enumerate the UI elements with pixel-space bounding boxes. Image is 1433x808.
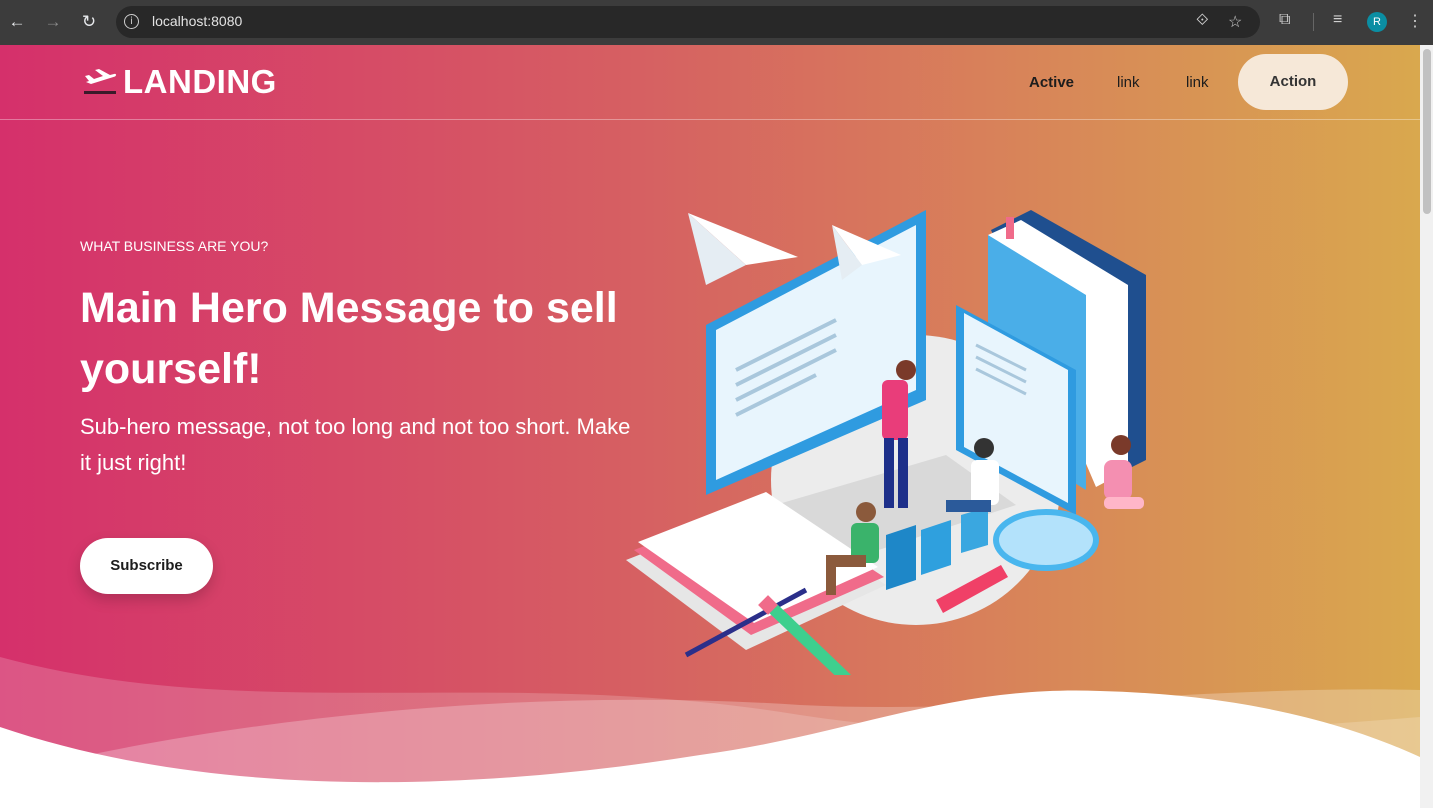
page-scrollbar[interactable]	[1420, 45, 1433, 808]
logo-text: LANDING	[123, 63, 277, 100]
plane-takeoff-icon	[84, 69, 117, 94]
logo[interactable]: LANDING	[83, 63, 277, 101]
magnifier-icon	[993, 509, 1099, 571]
browser-toolbar: ← → ↻ i localhost:8080 ⟐ ☆ ⧉ ≡ R ⋮	[0, 0, 1433, 45]
hero-eyebrow: WHAT BUSINESS ARE YOU?	[80, 238, 269, 254]
scrollbar-thumb[interactable]	[1423, 49, 1431, 214]
nav-link-2[interactable]: link	[1117, 74, 1140, 91]
toolbar-divider	[1313, 13, 1314, 31]
landing-page: LANDING Active link link Action WHAT BUS…	[0, 45, 1420, 808]
forward-icon[interactable]: →	[42, 11, 64, 33]
menu-kebab-icon[interactable]: ⋮	[1407, 11, 1423, 31]
nav-link-active[interactable]: Active	[1029, 74, 1074, 91]
hero-title: Main Hero Message to sell yourself!	[80, 284, 618, 393]
subscribe-button[interactable]: Subscribe	[80, 538, 213, 594]
nav-link-3[interactable]: link	[1186, 74, 1209, 91]
media-control-icon[interactable]: ≡	[1333, 11, 1342, 29]
extensions-icon[interactable]: ⧉	[1279, 11, 1290, 29]
top-navbar: LANDING Active link link Action	[0, 45, 1420, 120]
hero-illustration	[626, 210, 1146, 675]
reload-icon[interactable]: ↻	[78, 11, 100, 33]
back-icon[interactable]: ←	[6, 11, 28, 33]
profile-avatar[interactable]: R	[1367, 12, 1387, 32]
bottom-waves	[0, 657, 1420, 808]
url-text[interactable]: localhost:8080	[152, 13, 242, 29]
address-bar[interactable]: i localhost:8080 ⟐ ☆	[116, 6, 1260, 38]
site-info-icon[interactable]: i	[124, 14, 139, 29]
translate-icon[interactable]: ⟐	[1196, 12, 1209, 30]
bookmark-star-icon[interactable]: ☆	[1228, 12, 1242, 32]
action-button[interactable]: Action	[1238, 54, 1348, 110]
hero-subtitle: Sub-hero message, not too long and not t…	[80, 414, 631, 475]
bar-block	[886, 525, 916, 590]
